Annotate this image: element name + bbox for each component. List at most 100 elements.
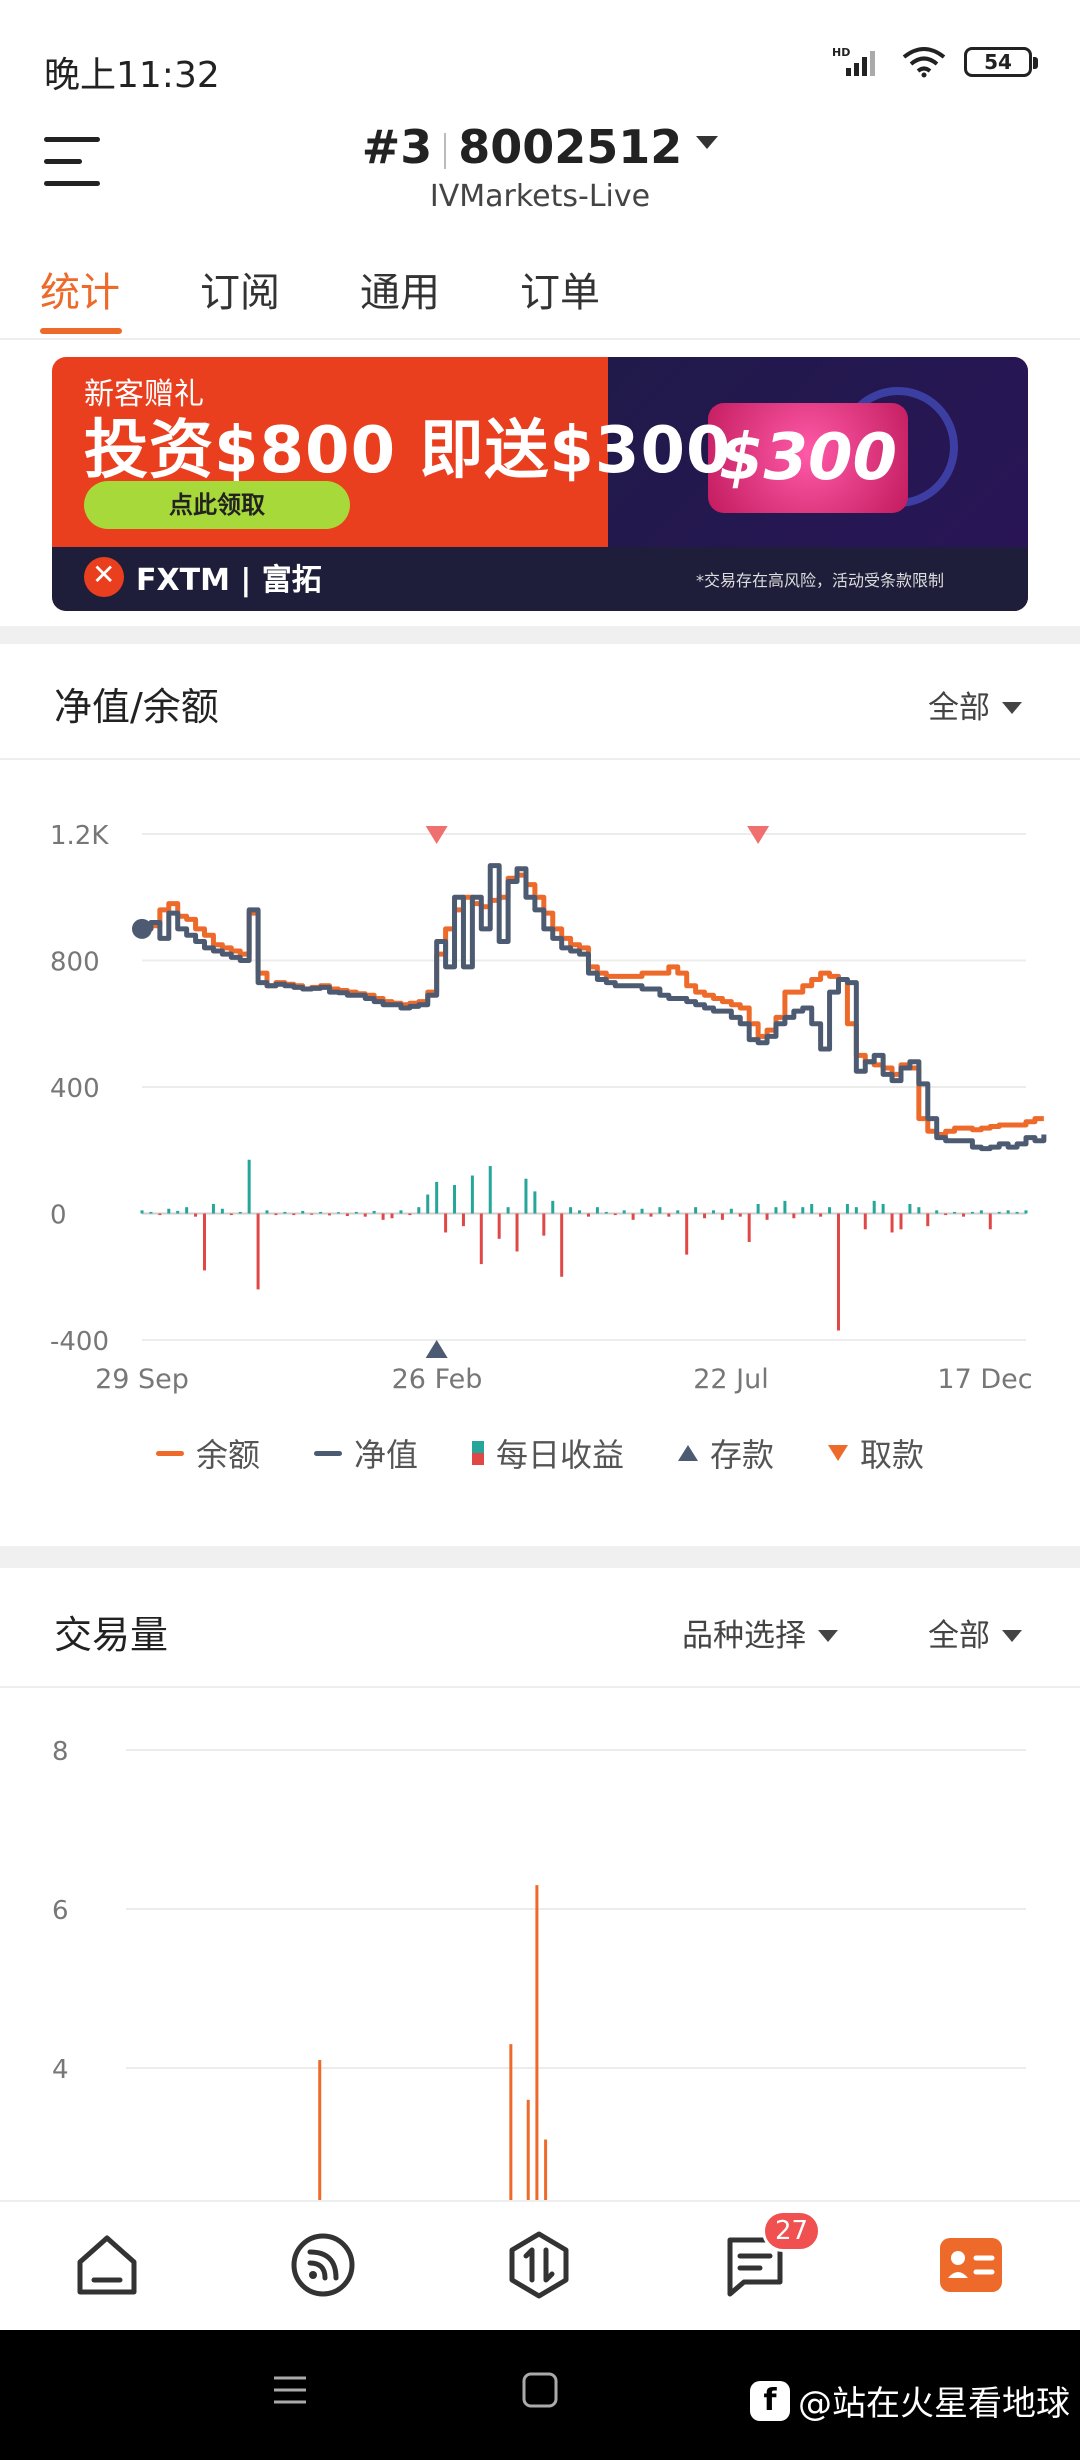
daily-profit-bar [319,1211,323,1214]
daily-profit-bar [274,1213,278,1216]
subscribe-icon[interactable] [288,2230,358,2300]
watermark: f @站在火星看地球 [750,2376,1070,2425]
daily-profit-bar [1024,1210,1028,1214]
weibo-logo-icon: f [750,2380,790,2421]
account-selector[interactable]: #3 8002512 [0,120,1080,174]
account-number: #3 [361,120,433,174]
volume-chart[interactable]: 8642 [0,1700,1080,2200]
symbol-filter[interactable]: 品种选择 [682,1610,838,1655]
legend-withdrawal[interactable]: 取款 [828,1430,924,1476]
home-button-icon[interactable] [520,2370,560,2410]
daily-profit-bar [470,1175,474,1214]
daily-profit-bar [926,1213,930,1227]
legend-deposit-label: 存款 [710,1436,775,1474]
symbol-filter-label: 品种选择 [682,1618,806,1654]
daily-profit-bar [185,1207,189,1214]
legend-daily-profit[interactable]: 每日收益 [471,1430,624,1476]
daily-profit-bar [497,1213,501,1239]
daily-profit-bar [220,1208,224,1214]
daily-profit-bar [604,1211,608,1214]
daily-profit-bar [336,1212,340,1214]
app-header: #3 8002512 IVMarkets-Live [0,115,1080,225]
volume-section-title: 交易量 [54,1613,169,1657]
daily-profit-bar [694,1207,698,1214]
banner-cta-button[interactable]: 点此领取 [84,481,350,529]
daily-profit-bar [578,1210,582,1214]
volume-range-filter[interactable]: 全部 [928,1610,1022,1655]
daily-profit-bar [711,1210,715,1214]
daily-profit-bar [310,1213,314,1215]
daily-profit-bar [631,1213,635,1220]
daily-profit-bar [845,1204,849,1214]
tab-subscribe[interactable]: 订阅 [200,260,280,318]
daily-profit-bar [345,1213,349,1217]
messages-badge: 27 [762,2210,822,2252]
tab-orders[interactable]: 订单 [520,260,600,318]
daily-profit-bar [738,1213,742,1217]
daily-profit-swatch [471,1441,484,1465]
daily-profit-bar [667,1213,671,1217]
home-icon[interactable] [72,2230,142,2300]
daily-profit-bar [399,1210,403,1214]
status-icons: HD 54 [832,46,1038,78]
daily-profit-bar [461,1213,465,1227]
daily-profit-bar [729,1208,733,1214]
recent-apps-icon[interactable] [270,2370,310,2410]
brand-logo: FXTM | 富拓 [84,555,322,599]
daily-profit-bar [229,1213,233,1216]
banner-headline: 投资$800 即送$300 [84,414,732,488]
equity-range-filter[interactable]: 全部 [928,682,1022,727]
brand-name: FXTM | 富拓 [136,563,322,598]
promo-banner[interactable]: $300 新客赠礼 投资$800 即送$300 点此领取 FXTM | 富拓 *… [52,357,1028,611]
daily-profit-bar [899,1213,903,1230]
daily-profit-bar [595,1207,599,1214]
daily-profit-bar [640,1208,644,1214]
y-tick-label: 1.2K [50,821,109,851]
y-tick-label: 4 [52,2055,69,2085]
daily-profit-bar [917,1207,921,1214]
daily-profit-bar [408,1213,412,1216]
legend-equity[interactable]: 净值 [313,1430,418,1476]
daily-profit-bar [1015,1211,1019,1214]
legend-deposit[interactable]: 存款 [678,1430,774,1476]
daily-profit-bar [533,1191,537,1214]
daily-profit-bar [819,1213,823,1217]
daily-profit-bar [792,1213,796,1219]
daily-profit-bar [676,1210,680,1214]
profile-icon[interactable] [936,2230,1006,2300]
broker-name: IVMarkets-Live [429,179,651,214]
daily-profit-bar [569,1207,573,1214]
tab-general[interactable]: 通用 [360,260,440,318]
daily-profit-bar [524,1178,528,1214]
daily-profit-bar [515,1213,519,1252]
legend-balance[interactable]: 余额 [155,1430,260,1476]
watermark-text: @站在火星看地球 [798,2384,1070,2424]
daily-profit-bar [149,1211,153,1214]
chevron-down-icon [818,1629,838,1642]
daily-profit-bar [247,1159,251,1214]
daily-profit-bar [649,1213,653,1217]
y-tick-label: 400 [50,1074,100,1104]
daily-profit-bar [720,1213,724,1220]
equity-balance-chart[interactable]: 1.2K 800 400 0 -400 29 Sep 26 Feb 22 Jul 17 Dec [0,790,1080,1410]
section-header-divider [0,758,1080,760]
trade-icon[interactable] [504,2230,574,2300]
daily-profit-bar [488,1166,492,1214]
daily-profit-bar [301,1210,305,1214]
daily-profit-bar [265,1210,269,1214]
equity-line [142,863,1047,1152]
daily-profit-bar [551,1200,555,1214]
daily-profit-bar [381,1213,385,1220]
x-tick-label: 29 Sep [95,1364,189,1395]
daily-profit-bar [756,1204,760,1214]
section-header-divider [0,1686,1080,1688]
tab-stats[interactable]: 统计 [40,260,120,318]
y-tick-label: 6 [52,1896,69,1926]
daily-profit-bar [426,1194,430,1214]
daily-profit-bar [453,1185,457,1214]
daily-profit-bar [390,1213,394,1219]
chevron-down-icon [1002,701,1022,714]
daily-profit-bar [292,1213,296,1216]
y-tick-label: -400 [50,1327,109,1357]
legend-withdrawal-label: 取款 [860,1436,925,1474]
